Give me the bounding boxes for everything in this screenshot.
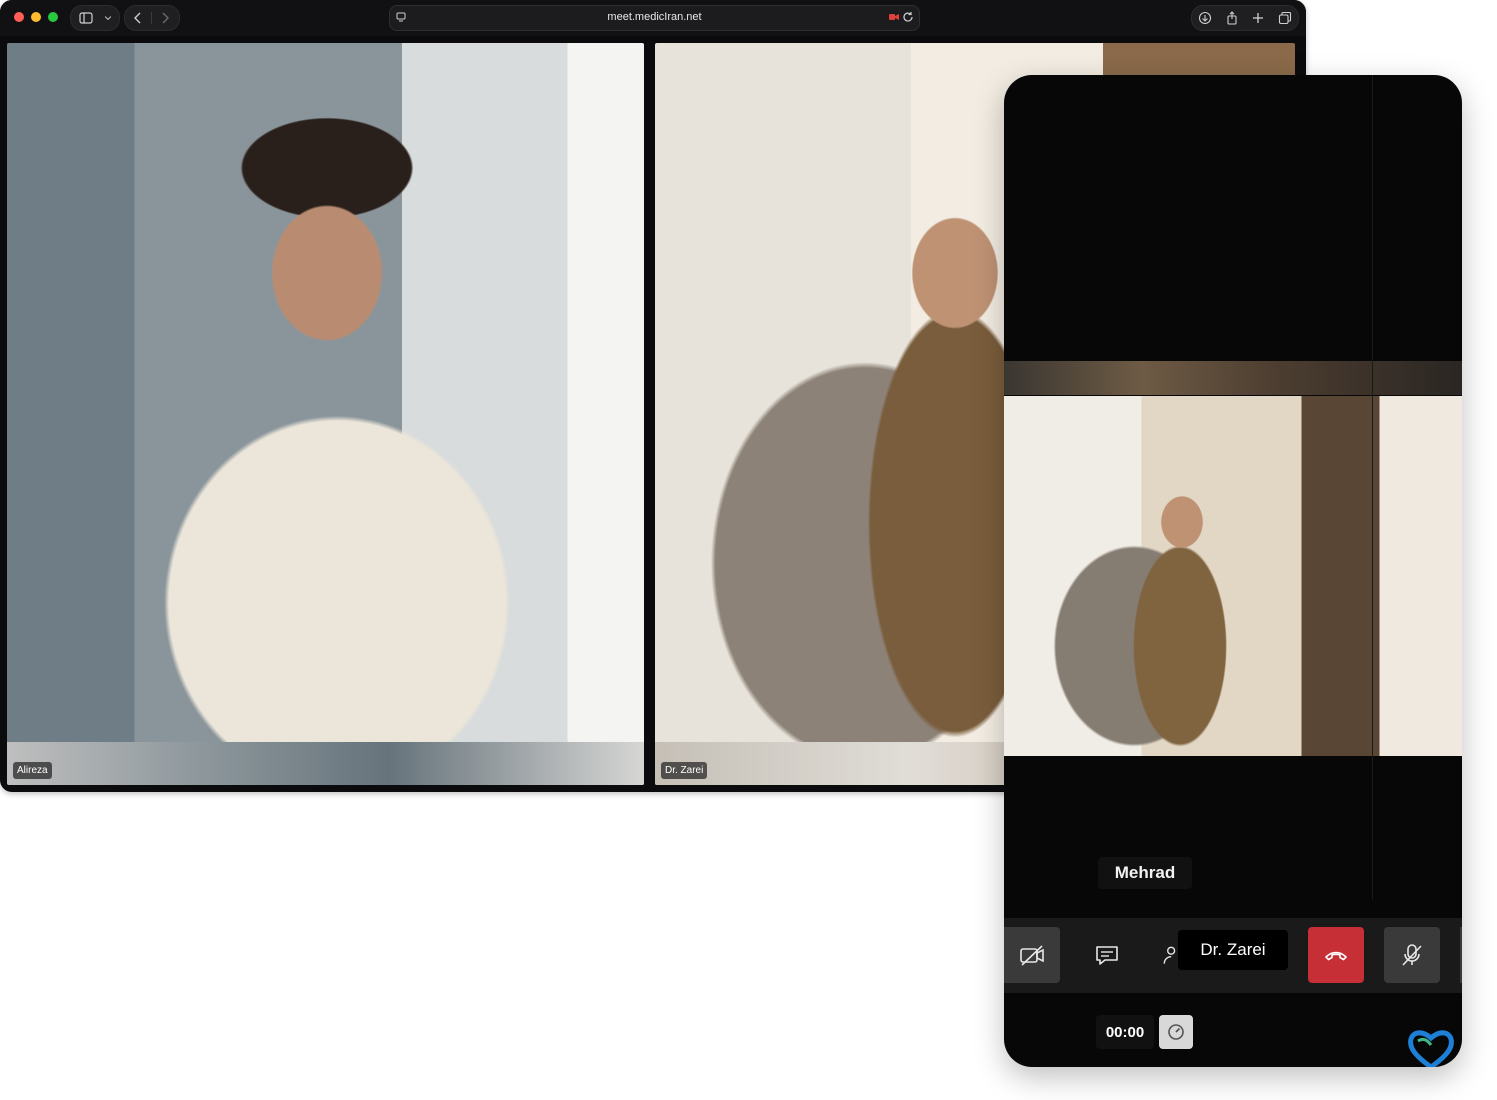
mic-toggle-button[interactable] (1384, 927, 1440, 983)
participant-tooltip: Dr. Zarei (1178, 930, 1288, 970)
chat-button[interactable] (1079, 927, 1135, 983)
maximize-window-button[interactable] (48, 12, 58, 22)
chat-icon (1096, 946, 1118, 965)
connection-speed-button[interactable] (1159, 1015, 1193, 1049)
heart-logo-icon (1408, 1030, 1454, 1067)
participants-button[interactable] (1154, 927, 1178, 983)
mic-off-icon (1402, 944, 1422, 966)
camera-recording-icon[interactable] (889, 13, 899, 21)
participants-icon (1163, 946, 1176, 964)
hang-up-icon (1325, 951, 1347, 961)
tile-divider (644, 43, 655, 785)
reload-icon[interactable] (902, 11, 914, 23)
url-text: meet.medicIran.net (607, 11, 702, 23)
camera-off-icon (1020, 945, 1044, 966)
call-timer: 00:00 (1096, 1015, 1154, 1049)
participant-name-tag: Alireza (13, 762, 52, 779)
browser-toolbar: meet.medicIran.net (0, 0, 1306, 36)
mobile-call-screen: Mehrad Dr. Zarei 00:00 (1004, 75, 1462, 1067)
sidebar-toggle-button[interactable] (70, 5, 120, 31)
address-bar[interactable]: meet.medicIran.net (389, 5, 920, 31)
call-control-bar: Dr. Zarei (1004, 918, 1462, 993)
video-tile-footer (7, 742, 644, 785)
navigation-buttons (124, 5, 180, 31)
local-participant-name: Mehrad (1098, 857, 1192, 889)
share-icon[interactable] (1225, 11, 1239, 25)
sidebar-icon (71, 11, 101, 25)
tabs-overview-icon[interactable] (1278, 11, 1292, 25)
speedometer-icon (1168, 1024, 1184, 1040)
back-icon[interactable] (125, 11, 151, 25)
browser-actions (1191, 5, 1299, 31)
layout-guide-line (1372, 75, 1373, 900)
chevron-down-icon (101, 11, 115, 25)
control-overflow-edge (1460, 927, 1462, 983)
video-preview-strip (1004, 361, 1462, 395)
camera-toggle-button[interactable] (1004, 927, 1060, 983)
close-window-button[interactable] (14, 12, 24, 22)
new-tab-icon[interactable] (1251, 11, 1265, 25)
download-icon[interactable] (1198, 11, 1212, 25)
forward-icon[interactable] (152, 11, 178, 25)
video-tile-alireza[interactable]: Alireza (7, 43, 644, 785)
minimize-window-button[interactable] (31, 12, 41, 22)
hang-up-button[interactable] (1308, 927, 1364, 983)
remote-video-feed[interactable] (1004, 396, 1462, 756)
participant-name-tag: Dr. Zarei (661, 762, 708, 779)
